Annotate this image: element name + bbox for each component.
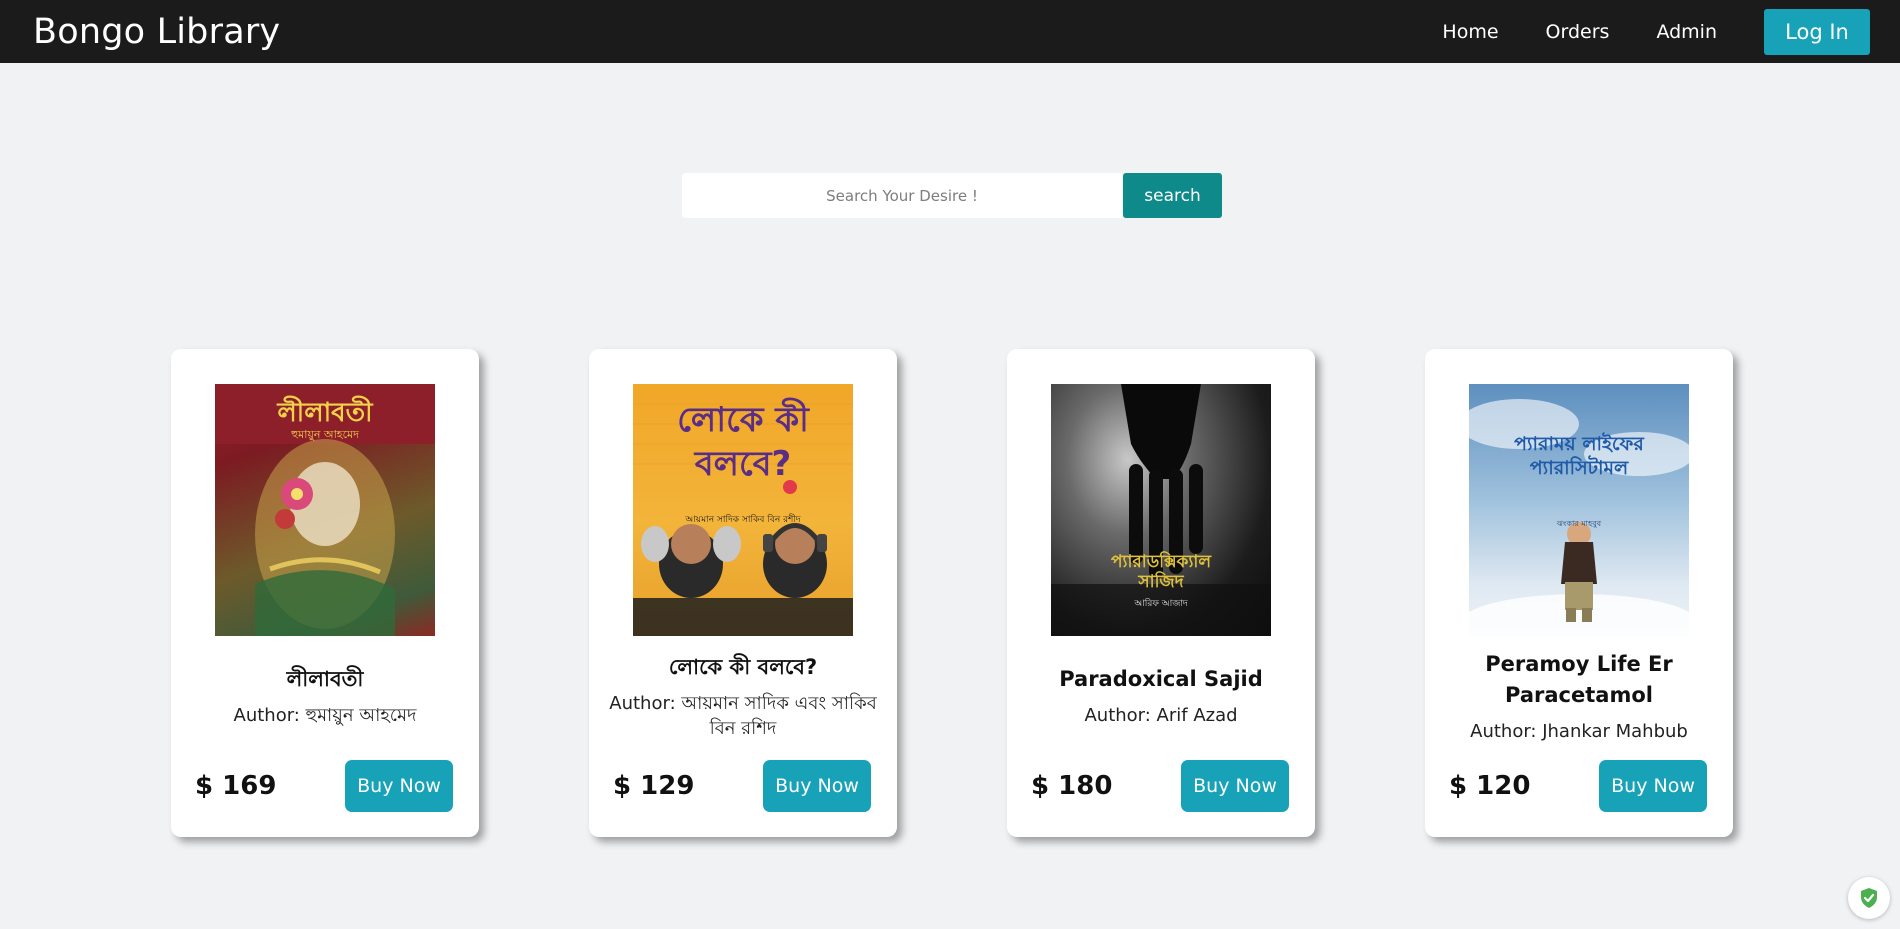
search-button[interactable]: search [1123, 173, 1222, 218]
book-cover-image[interactable]: লীলাবতী হুমায়ুন আহমেদ [215, 384, 435, 636]
book-card: প্যারাময় লাইফের প্যারাসিটামল ঝংকার মাহব… [1425, 349, 1733, 837]
book-card: লীলাবতী হুমায়ুন আহমেদ লীলাবতী Author: হ… [171, 349, 479, 837]
book-price: $ 120 [1449, 771, 1531, 801]
navbar: Bongo Library Home Orders Admin Log In [0, 0, 1900, 63]
book-price: $ 180 [1031, 771, 1113, 801]
shield-check-glyph [1861, 888, 1877, 908]
cover-art [1469, 399, 1689, 636]
book-author: Author: হুমায়ুন আহমেদ [233, 705, 417, 726]
cover-author: হুমায়ুন আহমেদ [291, 428, 359, 441]
login-button[interactable]: Log In [1764, 8, 1870, 55]
cover-title: প্যারাময় লাইফের প্যারাসিটামল [1514, 433, 1644, 479]
nav-link-home[interactable]: Home [1442, 21, 1498, 43]
buy-now-button[interactable]: Buy Now [1181, 760, 1289, 812]
book-price: $ 169 [195, 771, 277, 801]
nav-link-orders[interactable]: Orders [1546, 21, 1610, 43]
book-cover-image[interactable]: প্যারাময় লাইফের প্যারাসিটামল ঝংকার মাহব… [1469, 384, 1689, 636]
book-price: $ 129 [613, 771, 695, 801]
book-title: লীলাবতী [286, 667, 364, 691]
cover-author: আরিফ আজাদ [1134, 599, 1188, 609]
cover-title: প্যারাডক্সিক্যাল সাজিদ [1111, 552, 1211, 592]
book-cover-image[interactable]: লোকে কী বলবে? আয়মান সাদিক সাকিব বিন রশী… [633, 384, 853, 636]
brand-logo[interactable]: Bongo Library [33, 12, 280, 52]
book-author: Author: Jhankar Mahbub [1470, 720, 1688, 742]
book-info: Peramoy Life Er Paracetamol Author: Jhan… [1425, 636, 1733, 756]
book-info: লোকে কী বলবে? Author: আয়মান সাদিক এবং স… [589, 636, 897, 756]
cover-author: আয়মান সাদিক সাকিব বিন রশীদ [685, 515, 801, 525]
nav-link-admin[interactable]: Admin [1656, 21, 1717, 43]
book-author: Author: Arif Azad [1084, 705, 1238, 726]
buy-now-button[interactable]: Buy Now [1599, 760, 1707, 812]
book-info: Paradoxical Sajid Author: Arif Azad [1007, 636, 1315, 756]
book-author: Author: আয়মান সাদিক এবং সাকিব বিন রশিদ [609, 692, 877, 739]
search-bar: search [682, 173, 1222, 218]
book-list: লীলাবতী হুমায়ুন আহমেদ লীলাবতী Author: হ… [171, 349, 1733, 837]
nav-links: Home Orders Admin Log In [1442, 8, 1870, 55]
book-card: প্যারাডক্সিক্যাল সাজিদ আরিফ আজাদ Paradox… [1007, 349, 1315, 837]
search-input[interactable] [682, 173, 1122, 218]
book-title: Paradoxical Sajid [1059, 667, 1263, 691]
buy-now-button[interactable]: Buy Now [763, 760, 871, 812]
buy-now-button[interactable]: Buy Now [345, 760, 453, 812]
book-title: Peramoy Life Er Paracetamol [1485, 651, 1673, 707]
book-card: লোকে কী বলবে? আয়মান সাদিক সাকিব বিন রশী… [589, 349, 897, 837]
shield-check-icon[interactable] [1848, 877, 1890, 919]
cover-title: লোকে কী বলবে? [677, 400, 809, 484]
book-info: লীলাবতী Author: হুমায়ুন আহমেদ [171, 636, 479, 756]
book-cover-image[interactable]: প্যারাডক্সিক্যাল সাজিদ আরিফ আজাদ [1051, 384, 1271, 636]
book-title: লোকে কী বলবে? [668, 654, 818, 679]
cover-author: ঝংকার মাহবুব [1556, 519, 1602, 528]
